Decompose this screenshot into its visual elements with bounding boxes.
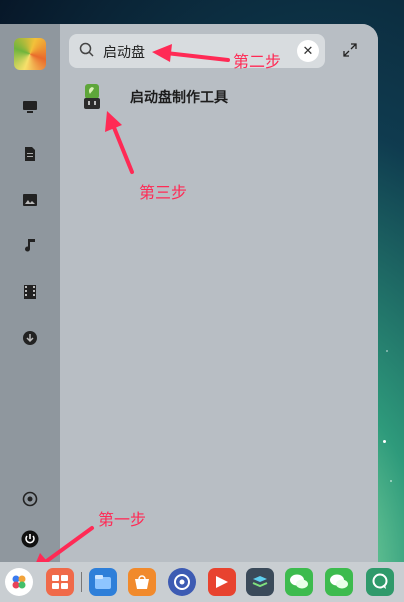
annotation-step1: 第一步 [98,510,147,529]
annotation-step3: 第三步 [139,183,188,202]
dock [0,562,404,602]
wechat-icon[interactable] [285,568,313,596]
dock-separator [81,572,82,592]
arrow-step1 [42,526,94,565]
arrow-step2 [164,51,230,62]
chat-app-icon[interactable] [366,568,394,596]
app-store-icon[interactable] [128,568,156,596]
wechat-work-icon[interactable] [325,568,353,596]
presentation-icon[interactable] [208,568,236,596]
launcher-icon[interactable] [5,568,33,596]
annotation-step2: 第二步 [233,52,282,71]
annotation-arrows [32,44,230,572]
file-manager-icon[interactable] [89,568,117,596]
arrow-step3 [111,123,134,174]
stack-app-icon[interactable] [246,568,274,596]
arrow-step2-head [152,44,172,62]
control-center-icon[interactable] [168,568,196,596]
multitask-view-icon[interactable] [46,568,74,596]
